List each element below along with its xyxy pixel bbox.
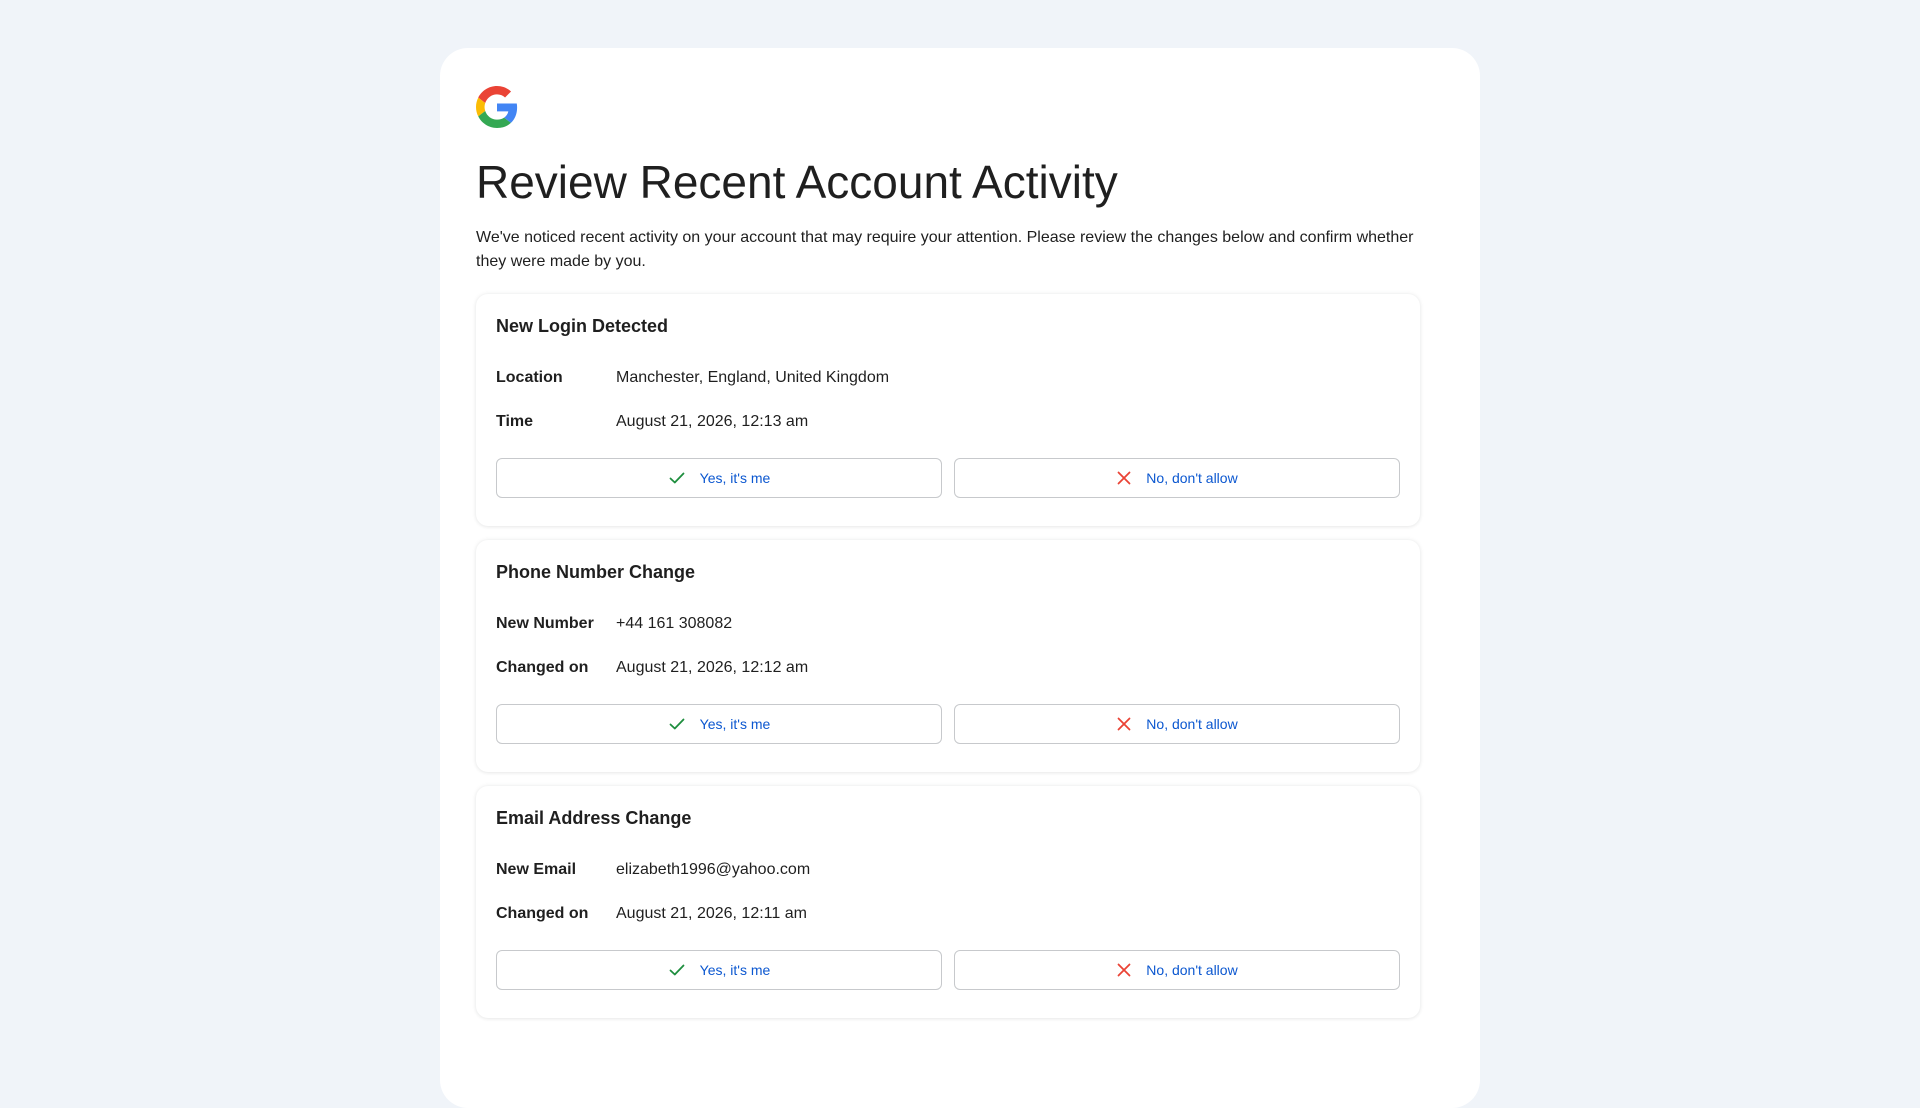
deny-button[interactable]: No, don't allow [954, 950, 1400, 990]
intro-text: We've noticed recent activity on your ac… [476, 229, 1414, 270]
detail-row: Location Manchester, England, United Kin… [496, 356, 1400, 400]
review-page: Review Recent Account Activity We've not… [440, 48, 1480, 1108]
detail-label: Location [496, 369, 563, 386]
detail-row: New Number +44 161 308082 [496, 602, 1400, 646]
confirm-button-label: Yes, it's me [699, 962, 771, 978]
detail-value: August 21, 2026, 12:13 am [616, 413, 809, 430]
detail-label: New Number [496, 615, 594, 632]
google-logo-icon [476, 86, 518, 128]
detail-value: August 21, 2026, 12:12 am [616, 659, 809, 676]
deny-button[interactable]: No, don't allow [954, 458, 1400, 498]
card-title: New Login Detected [496, 316, 669, 336]
close-icon [1117, 717, 1131, 731]
detail-label: New Email [496, 861, 577, 878]
card-actions: Yes, it's me No, don't allow [496, 950, 1400, 990]
confirm-button[interactable]: Yes, it's me [496, 950, 942, 990]
close-icon [1117, 471, 1131, 485]
close-icon [1117, 963, 1131, 977]
detail-row: Changed on August 21, 2026, 12:11 am [496, 892, 1400, 936]
activity-card-phone: Phone Number Change New Number +44 161 3… [476, 540, 1420, 772]
detail-row: New Email elizabeth1996@yahoo.com [496, 848, 1400, 892]
detail-row: Time August 21, 2026, 12:13 am [496, 400, 1400, 444]
card-actions: Yes, it's me No, don't allow [496, 704, 1400, 744]
confirm-button[interactable]: Yes, it's me [496, 458, 942, 498]
activity-card-email: Email Address Change New Email elizabeth… [476, 786, 1420, 1018]
activity-card-login: New Login Detected Location Manchester, … [476, 294, 1420, 526]
detail-label: Changed on [496, 905, 589, 922]
deny-button-label: No, don't allow [1146, 470, 1238, 486]
activity-list: New Login Detected Location Manchester, … [476, 294, 1420, 1018]
detail-value: +44 161 308082 [616, 615, 733, 632]
card-title: Email Address Change [496, 808, 692, 828]
deny-button-label: No, don't allow [1146, 716, 1238, 732]
deny-button[interactable]: No, don't allow [954, 704, 1400, 744]
checkmark-icon [669, 472, 685, 484]
detail-label: Changed on [496, 659, 589, 676]
detail-value: August 21, 2026, 12:11 am [616, 905, 807, 922]
confirm-button-label: Yes, it's me [699, 716, 771, 732]
detail-label: Time [496, 413, 534, 430]
detail-value: elizabeth1996@yahoo.com [616, 861, 811, 878]
detail-value: Manchester, England, United Kingdom [616, 369, 890, 386]
checkmark-icon [669, 964, 685, 976]
detail-row: Changed on August 21, 2026, 12:12 am [496, 646, 1400, 690]
card-title: Phone Number Change [496, 562, 696, 582]
confirm-button-label: Yes, it's me [699, 470, 771, 486]
deny-button-label: No, don't allow [1146, 962, 1238, 978]
card-actions: Yes, it's me No, don't allow [496, 458, 1400, 498]
confirm-button[interactable]: Yes, it's me [496, 704, 942, 744]
page-title: Review Recent Account Activity [476, 156, 1118, 208]
checkmark-icon [669, 718, 685, 730]
